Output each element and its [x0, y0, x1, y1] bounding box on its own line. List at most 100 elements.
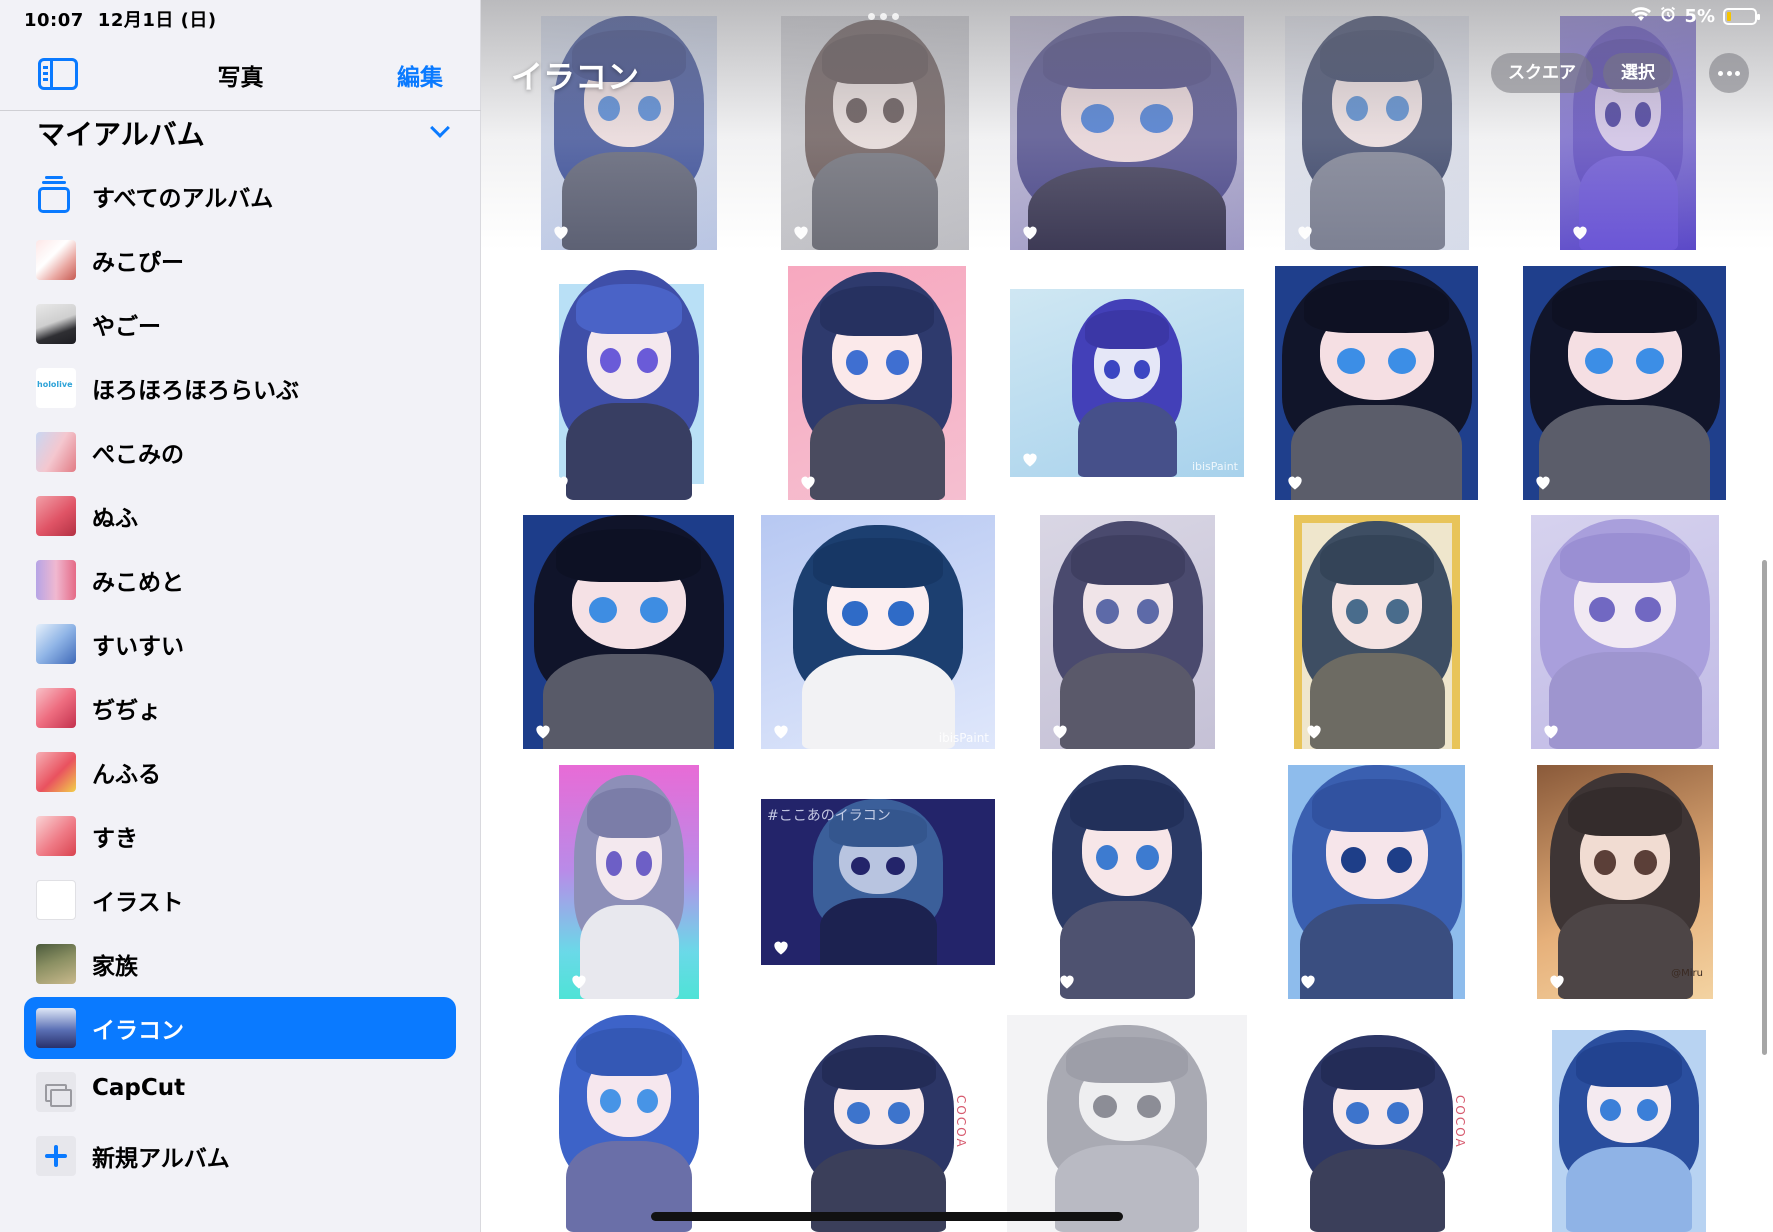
album-thumbnail: [36, 624, 76, 664]
alarm-icon: [1660, 6, 1676, 27]
square-button[interactable]: スクエア: [1491, 53, 1593, 93]
album-thumbnail: [36, 560, 76, 600]
capcut-icon: [36, 1072, 76, 1112]
watermark-text: ibisPaint: [1191, 460, 1238, 473]
photo-thumbnail[interactable]: [1047, 765, 1207, 999]
album-thumbnail: [36, 496, 76, 536]
sidebar-item-all-albums[interactable]: すべてのアルバム: [24, 165, 456, 227]
sidebar-item-suki[interactable]: すき: [24, 805, 456, 867]
photo-thumbnail[interactable]: [1007, 1015, 1247, 1232]
album-thumbnail: [36, 1008, 76, 1048]
album-thumbnail: [36, 880, 76, 920]
photo-thumbnail[interactable]: [1523, 266, 1726, 500]
photo-thumbnail[interactable]: [1285, 16, 1469, 250]
sidebar-item-label: イラスト: [92, 890, 184, 916]
favorite-heart-icon: [1570, 222, 1590, 242]
edit-button[interactable]: 編集: [397, 58, 443, 92]
sidebar-item-label: すべてのアルバム: [92, 186, 274, 212]
vertical-text: COCOA: [954, 1095, 968, 1149]
favorite-heart-icon: [569, 971, 589, 991]
photo-thumbnail[interactable]: [1288, 765, 1465, 999]
multitasking-dots-icon[interactable]: [868, 13, 904, 21]
sidebar-item-label: みこぴー: [92, 250, 184, 276]
photo-thumbnail[interactable]: [541, 266, 717, 500]
sidebar-item-djijo[interactable]: ぢぢょ: [24, 677, 456, 739]
sidebar-item-label: やごー: [92, 314, 161, 340]
favorite-heart-icon: [533, 721, 553, 741]
sidebar-item-family[interactable]: 家族: [24, 933, 456, 995]
sidebar: 10:07 12月1日 (日) 写真 編集 マイアルバム すべてのアルバム みこぴ…: [0, 0, 481, 1232]
favorite-heart-icon: [1547, 971, 1567, 991]
photo-thumbnail[interactable]: [781, 16, 969, 250]
photo-thumbnail[interactable]: COCOA: [779, 1015, 978, 1232]
album-thumbnail: [36, 432, 76, 472]
photo-thumbnail[interactable]: [554, 1015, 704, 1232]
select-button[interactable]: 選択: [1603, 53, 1673, 93]
photo-thumbnail[interactable]: #ここあのイラコン: [761, 799, 995, 965]
battery-percent: 5%: [1684, 6, 1715, 27]
sidebar-item-pekomino[interactable]: ぺこみの: [24, 421, 456, 483]
photo-thumbnail[interactable]: [1294, 515, 1460, 749]
signature-text: @Miru: [1671, 968, 1703, 979]
status-time: 10:07: [24, 10, 84, 31]
sidebar-item-mikomet[interactable]: みこめと: [24, 549, 456, 611]
sidebar-item-suisui[interactable]: すいすい: [24, 613, 456, 675]
sidebar-item-yagoo[interactable]: やごー: [24, 293, 456, 355]
photo-thumbnail[interactable]: @Miru: [1537, 765, 1713, 999]
sidebar-item-label: ぬふ: [92, 506, 138, 532]
photo-thumbnail[interactable]: [1010, 16, 1244, 250]
photo-thumbnail[interactable]: [1531, 515, 1719, 749]
sidebar-item-label: すき: [92, 826, 138, 852]
favorite-heart-icon: [1304, 721, 1324, 741]
battery-icon: [1723, 8, 1760, 25]
sidebar-item-label: ほろほろほろらいぶ: [92, 378, 299, 404]
photo-thumbnail[interactable]: [1040, 515, 1215, 749]
favorite-heart-icon: [1298, 971, 1318, 991]
sidebar-item-label: んふる: [92, 762, 161, 788]
sidebar-item-irakon[interactable]: イラコン: [24, 997, 456, 1059]
photo-thumbnail[interactable]: COCOA: [1278, 1015, 1477, 1232]
photo-thumbnail[interactable]: [788, 266, 966, 500]
photo-grid: ibisPaint ibisPaint #ここあのイラコン @Miru COCO…: [481, 0, 1773, 1232]
favorite-heart-icon: [1541, 721, 1561, 741]
sidebar-item-mikopi[interactable]: みこぴー: [24, 229, 456, 291]
photo-thumbnail[interactable]: [1552, 1030, 1706, 1232]
album-thumbnail: [36, 240, 76, 280]
sidebar-item-capcut[interactable]: CapCut: [24, 1061, 456, 1123]
favorite-heart-icon: [1020, 449, 1040, 469]
divider: [0, 110, 481, 111]
favorite-heart-icon: [551, 472, 571, 492]
album-thumbnail: [36, 304, 76, 344]
sidebar-item-label: CapCut: [92, 1075, 186, 1101]
vertical-text: COCOA: [1453, 1095, 1467, 1149]
photo-thumbnail[interactable]: ibisPaint: [761, 515, 995, 749]
photo-thumbnail[interactable]: [559, 765, 699, 999]
sidebar-item-illust[interactable]: イラスト: [24, 869, 456, 931]
favorite-heart-icon: [1020, 222, 1040, 242]
album-thumbnail: [36, 816, 76, 856]
sidebar-item-nfuru[interactable]: んふる: [24, 741, 456, 803]
sidebar-item-label: すいすい: [92, 634, 184, 660]
status-date: 12月1日 (日): [97, 10, 217, 31]
photo-thumbnail[interactable]: [1560, 16, 1696, 250]
home-indicator[interactable]: [651, 1212, 1123, 1221]
album-thumbnail: [36, 688, 76, 728]
photo-thumbnail[interactable]: [1275, 266, 1478, 500]
album-thumbnail: [36, 944, 76, 984]
sidebar-item-label: ぺこみの: [92, 442, 184, 468]
favorite-heart-icon: [1057, 971, 1077, 991]
photo-thumbnail[interactable]: [523, 515, 734, 749]
more-options-icon[interactable]: [1709, 53, 1749, 93]
sidebar-item-nufu[interactable]: ぬふ: [24, 485, 456, 547]
scrollbar[interactable]: [1762, 560, 1767, 1055]
favorite-heart-icon: [551, 222, 571, 242]
sidebar-item-label: みこめと: [92, 570, 184, 596]
my-albums-section-header[interactable]: マイアルバム: [37, 113, 450, 153]
section-title: マイアルバム: [37, 118, 205, 151]
new-album-button[interactable]: 新規アルバム: [24, 1125, 456, 1187]
sidebar-item-hololive[interactable]: hololive ほろほろほろらいぶ: [24, 357, 456, 419]
favorite-heart-icon: [1285, 472, 1305, 492]
photo-thumbnail[interactable]: ibisPaint: [1010, 289, 1244, 477]
sidebar-item-label: イラコン: [92, 1018, 184, 1044]
favorite-heart-icon: [798, 472, 818, 492]
